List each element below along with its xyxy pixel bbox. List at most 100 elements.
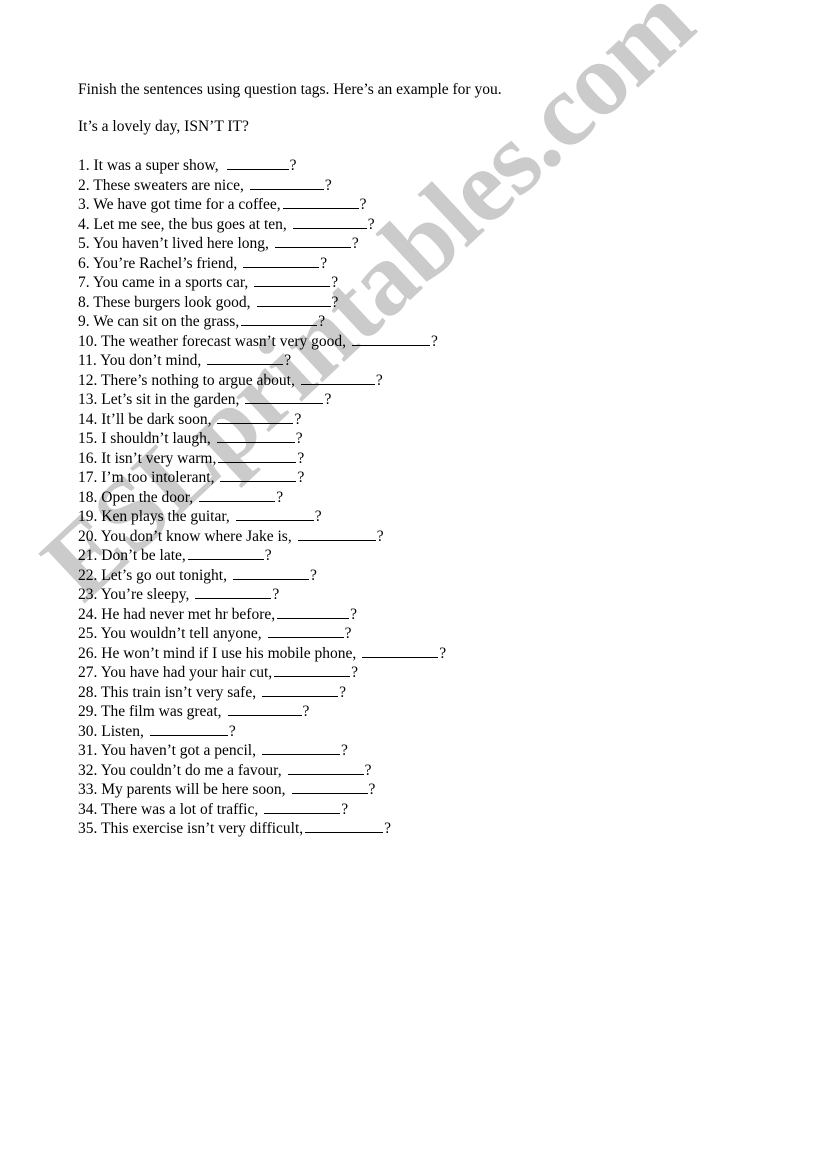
question-mark: ? [324,391,332,408]
question-item: 23. You’re sleepy,? [78,585,778,605]
question-item: 29. The film was great,? [78,702,778,722]
question-item: 28. This train isn’t very safe,? [78,683,778,703]
question-mark: ? [320,254,328,272]
question-mark: ? [314,508,322,525]
answer-blank[interactable] [218,451,297,463]
question-mark: ? [364,761,372,779]
answer-blank[interactable] [149,724,228,736]
answer-blank[interactable] [220,470,297,482]
answer-blank[interactable] [232,568,309,580]
answer-blank[interactable] [297,529,376,541]
question-number: 9. [78,313,90,330]
question-number: 2. [78,176,90,194]
answer-blank[interactable] [292,217,367,229]
answer-blank[interactable] [227,704,302,716]
question-item: 27. You have had your hair cut,? [78,663,778,683]
answer-blank[interactable] [264,802,341,814]
question-mark: ? [367,215,375,233]
question-mark: ? [351,235,359,252]
question-list: 1. It was a super show,? 2. These sweater… [78,156,778,839]
answer-blank[interactable] [300,373,375,385]
question-item: 9. We can sit on the grass,? [78,312,778,332]
answer-blank[interactable] [277,607,350,619]
question-text: Let’s sit in the garden, [101,391,240,408]
question-item: 21. Don’t be late,? [78,546,778,566]
question-mark: ? [331,293,339,311]
question-mark: ? [340,742,348,759]
answer-blank[interactable] [243,256,320,268]
question-text: You couldn’t do me a favour, [100,761,282,779]
answer-blank[interactable] [241,314,318,326]
question-mark: ? [331,274,339,291]
question-mark: ? [297,469,305,486]
question-mark: ? [439,644,447,662]
answer-blank[interactable] [249,178,324,190]
answer-blank[interactable] [195,587,272,599]
question-text: The film was great, [100,703,222,720]
question-mark: ? [297,449,305,467]
question-text: He had never met hr before, [101,605,276,623]
answer-blank[interactable] [254,275,331,287]
question-number: 33. [78,781,98,798]
question-mark: ? [294,410,302,428]
answer-blank[interactable] [207,353,284,365]
answer-blank[interactable] [262,685,339,697]
question-mark: ? [272,586,280,603]
question-item: 2. These sweaters are nice,? [78,176,778,196]
question-item: 19. Ken plays the guitar,? [78,507,778,527]
question-number: 20. [78,527,98,545]
question-number: 11. [78,352,97,369]
question-text: You came in a sports car, [92,274,249,291]
answer-blank[interactable] [287,763,364,775]
question-number: 22. [78,566,98,584]
question-mark: ? [384,820,392,837]
question-mark: ? [228,722,236,740]
answer-blank[interactable] [282,197,359,209]
answer-blank[interactable] [216,431,295,443]
answer-blank[interactable] [217,412,294,424]
question-number: 12. [78,371,98,389]
question-number: 23. [78,586,98,603]
answer-blank[interactable] [305,821,384,833]
question-item: 32. You couldn’t do me a favour,? [78,761,778,781]
question-text: It was a super show, [93,157,219,174]
answer-blank[interactable] [291,782,368,794]
question-number: 29. [78,703,98,720]
question-item: 1. It was a super show,? [78,156,778,176]
question-number: 18. [78,488,98,506]
answer-blank[interactable] [267,626,344,638]
question-number: 3. [78,196,90,213]
question-text: You wouldn’t tell anyone, [100,625,262,642]
question-number: 6. [78,254,90,272]
question-number: 21. [78,547,98,564]
question-text: Open the door, [101,488,194,506]
question-text: We have got time for a coffee, [93,196,281,213]
answer-blank[interactable] [199,490,276,502]
question-number: 5. [78,235,90,252]
question-item: 18. Open the door,? [78,488,778,508]
question-item: 6. You’re Rachel’s friend,? [78,254,778,274]
answer-blank[interactable] [352,334,431,346]
question-item: 4. Let me see, the bus goes at ten,? [78,215,778,235]
answer-blank[interactable] [362,646,439,658]
answer-blank[interactable] [256,295,331,307]
question-item: 7. You came in a sports car,? [78,273,778,293]
question-mark: ? [339,683,346,701]
answer-blank[interactable] [245,392,324,404]
answer-blank[interactable] [187,548,264,560]
question-number: 4. [78,215,90,233]
question-mark: ? [295,430,303,447]
question-item: 31. You haven’t got a pencil,? [78,741,778,761]
answer-blank[interactable] [235,509,314,521]
question-text: You haven’t got a pencil, [100,742,256,759]
question-item: 3. We have got time for a coffee,? [78,195,778,215]
question-item: 14. It’ll be dark soon,? [78,410,778,430]
answer-blank[interactable] [274,236,351,248]
question-mark: ? [359,196,367,213]
question-number: 1. [78,157,90,174]
answer-blank[interactable] [274,665,351,677]
question-mark: ? [375,371,383,389]
question-text: You’re Rachel’s friend, [92,254,238,272]
answer-blank[interactable] [226,158,289,170]
answer-blank[interactable] [261,743,340,755]
